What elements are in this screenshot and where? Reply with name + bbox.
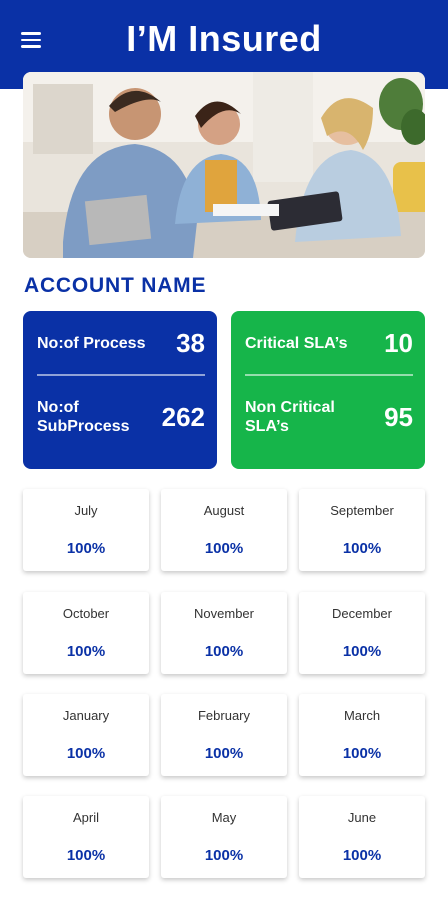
process-count-label: No:of Process <box>37 334 146 352</box>
hero-image <box>23 72 425 258</box>
subprocess-count-label: No:of SubProcess <box>37 399 130 435</box>
month-percentage: 100% <box>66 847 106 864</box>
month-name: September <box>330 503 394 518</box>
month-card-may[interactable]: May 100% <box>161 796 287 878</box>
month-percentage: 100% <box>204 847 244 864</box>
month-card-july[interactable]: July 100% <box>23 489 149 571</box>
month-percentage: 100% <box>342 643 382 660</box>
non-critical-sla-value: 95 <box>384 401 413 432</box>
month-percentage: 100% <box>342 745 382 762</box>
month-percentage: 100% <box>66 540 106 557</box>
month-card-august[interactable]: August 100% <box>161 489 287 571</box>
subprocess-count-value: 262 <box>161 401 205 432</box>
month-card-january[interactable]: January 100% <box>23 694 149 776</box>
month-percentage: 100% <box>204 643 244 660</box>
month-percentage: 100% <box>342 540 382 557</box>
month-name: December <box>332 606 392 621</box>
sla-stats-card[interactable]: Critical SLA’s 10 Non Critical SLA’s 95 <box>231 311 425 469</box>
month-card-november[interactable]: November 100% <box>161 592 287 674</box>
month-card-march[interactable]: March 100% <box>299 694 425 776</box>
month-percentage: 100% <box>342 847 382 864</box>
month-name: March <box>343 708 381 723</box>
divider <box>37 374 205 376</box>
critical-sla-label: Critical SLA’s <box>245 334 348 352</box>
app-title: I’M Insured <box>126 18 322 59</box>
non-critical-sla-label: Non Critical SLA’s <box>245 399 335 435</box>
month-name: February <box>197 708 251 723</box>
month-name: November <box>194 606 254 621</box>
month-card-june[interactable]: June 100% <box>299 796 425 878</box>
month-name: April <box>72 810 99 825</box>
process-stats-card[interactable]: No:of Process 38 No:of SubProcess 262 <box>23 311 217 469</box>
month-card-october[interactable]: October 100% <box>23 592 149 674</box>
critical-sla-value: 10 <box>384 327 413 358</box>
account-name-heading: ACCOUNT NAME <box>24 274 207 297</box>
month-name: October <box>62 606 110 621</box>
month-percentage: 100% <box>204 540 244 557</box>
month-percentage: 100% <box>66 745 106 762</box>
month-card-december[interactable]: December 100% <box>299 592 425 674</box>
month-card-february[interactable]: February 100% <box>161 694 287 776</box>
divider <box>245 374 413 376</box>
month-name: June <box>347 810 377 825</box>
month-card-april[interactable]: April 100% <box>23 796 149 878</box>
month-name: May <box>211 810 237 825</box>
month-percentage: 100% <box>204 745 244 762</box>
month-name: January <box>62 708 110 723</box>
month-name: August <box>203 503 245 518</box>
month-card-september[interactable]: September 100% <box>299 489 425 571</box>
month-percentage: 100% <box>66 643 106 660</box>
month-name: July <box>74 503 98 518</box>
process-count-value: 38 <box>176 327 205 358</box>
